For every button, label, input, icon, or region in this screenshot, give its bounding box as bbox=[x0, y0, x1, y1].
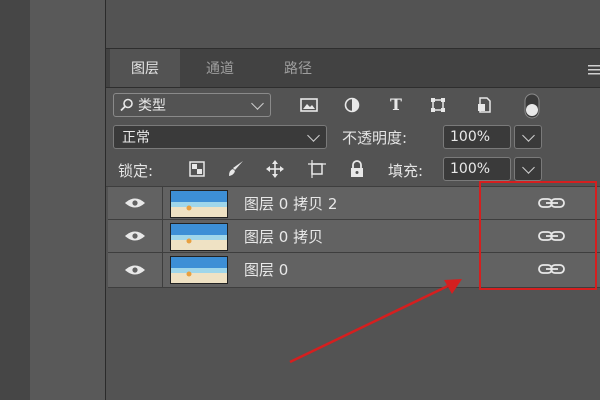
document-canvas bbox=[30, 0, 106, 400]
layer-thumbnail bbox=[170, 256, 228, 284]
blend-mode-value: 正常 bbox=[122, 130, 150, 146]
opacity-label: 不透明度: bbox=[342, 129, 408, 147]
opacity-input[interactable]: 100% bbox=[443, 125, 511, 149]
lock-artboard-icon[interactable] bbox=[306, 159, 328, 179]
tab-paths[interactable]: 路径 bbox=[260, 49, 336, 87]
lock-transparent-icon[interactable] bbox=[186, 159, 208, 179]
visibility-toggle[interactable] bbox=[108, 253, 163, 287]
opacity-dropdown-button[interactable] bbox=[514, 125, 542, 149]
eye-icon bbox=[125, 265, 145, 275]
visibility-toggle[interactable] bbox=[108, 187, 163, 219]
fill-input[interactable]: 100% bbox=[443, 157, 511, 181]
filter-type-label: 类型 bbox=[138, 98, 166, 114]
search-icon bbox=[120, 98, 134, 112]
lock-label: 锁定: bbox=[118, 162, 154, 180]
opacity-value: 100% bbox=[450, 129, 491, 145]
layer-name: 图层 0 拷贝 bbox=[244, 228, 324, 246]
lock-all-icon[interactable] bbox=[346, 159, 368, 179]
chevron-down-icon bbox=[521, 128, 535, 142]
eye-icon bbox=[125, 198, 145, 208]
tab-layers[interactable]: 图层 bbox=[110, 49, 180, 87]
eye-icon bbox=[125, 231, 145, 241]
visibility-toggle[interactable] bbox=[108, 220, 163, 252]
hamburger-icon[interactable] bbox=[588, 61, 600, 75]
layer-thumbnail bbox=[170, 190, 228, 218]
image-filter-icon[interactable] bbox=[298, 95, 320, 115]
tab-channels[interactable]: 通道 bbox=[182, 49, 258, 87]
annotation-arrow bbox=[289, 279, 462, 364]
chevron-down-icon bbox=[521, 160, 535, 174]
blend-mode-dropdown[interactable]: 正常 bbox=[113, 125, 327, 149]
fill-label: 填充: bbox=[388, 162, 424, 180]
lock-position-icon[interactable] bbox=[264, 159, 286, 179]
type-filter-icon[interactable]: T bbox=[385, 94, 407, 114]
layer-filter-dropdown[interactable]: 类型 bbox=[113, 93, 271, 117]
link-highlight-box bbox=[479, 181, 597, 290]
panel-tab-bar bbox=[106, 49, 600, 88]
upper-panel bbox=[106, 0, 600, 49]
layer-thumbnail bbox=[170, 223, 228, 251]
chevron-down-icon bbox=[307, 128, 320, 142]
layer-name: 图层 0 拷贝 2 bbox=[244, 195, 338, 213]
filter-toggle-icon[interactable] bbox=[523, 93, 541, 119]
fill-value: 100% bbox=[450, 161, 491, 177]
tool-strip bbox=[0, 0, 30, 400]
fill-dropdown-button[interactable] bbox=[514, 157, 542, 181]
adjustment-filter-icon[interactable] bbox=[341, 95, 363, 115]
smart-object-filter-icon[interactable] bbox=[473, 95, 495, 115]
chevron-down-icon bbox=[251, 96, 264, 110]
shape-filter-icon[interactable] bbox=[427, 95, 449, 115]
lock-paint-icon[interactable] bbox=[225, 159, 247, 179]
